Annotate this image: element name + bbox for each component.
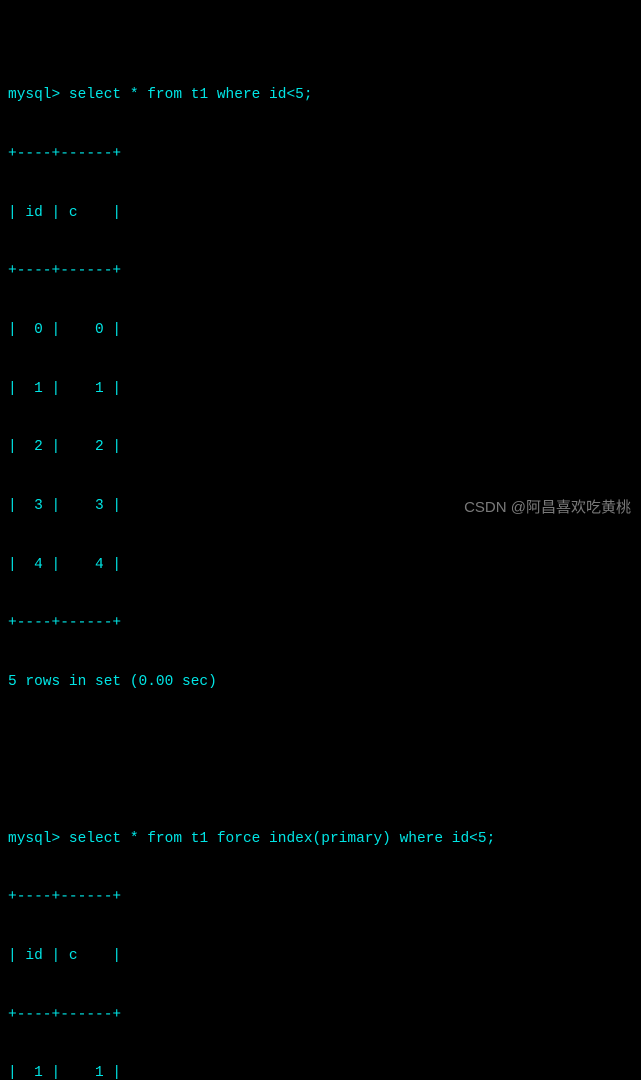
table-row: | 1 | 1 | — [8, 380, 633, 400]
status-line: 5 rows in set (0.00 sec) — [8, 673, 633, 693]
cell-id: 3 — [34, 498, 43, 514]
cell-id: 1 — [34, 1065, 43, 1080]
table-row: | 2 | 2 | — [8, 438, 633, 458]
col-h-id: id — [25, 948, 42, 964]
cell-c: 1 — [95, 1065, 104, 1080]
cell-c: 2 — [95, 439, 104, 455]
cell-c: 0 — [95, 322, 104, 338]
cell-id: 0 — [34, 322, 43, 338]
sql-query: select * from t1 where id<5; — [69, 87, 313, 103]
sql-query: select * from t1 force index(primary) wh… — [69, 831, 495, 847]
table-border: +----+------+ — [8, 888, 633, 908]
col-h-c: c — [69, 948, 78, 964]
blank-line — [8, 732, 633, 752]
col-h-id: id — [25, 205, 42, 221]
cell-c: 3 — [95, 498, 104, 514]
prompt: mysql> — [8, 87, 69, 103]
cell-id: 1 — [34, 381, 43, 397]
prompt-line[interactable]: mysql> select * from t1 force index(prim… — [8, 830, 633, 850]
col-h-c: c — [69, 205, 78, 221]
prompt: mysql> — [8, 831, 69, 847]
table-border: +----+------+ — [8, 1006, 633, 1026]
cell-id: 4 — [34, 557, 43, 573]
terminal-output: mysql> select * from t1 where id<5; +---… — [8, 8, 633, 1080]
cell-c: 4 — [95, 557, 104, 573]
table-header: | id | c | — [8, 947, 633, 967]
table-border: +----+------+ — [8, 614, 633, 634]
table-row: | 1 | 1 | — [8, 1064, 633, 1080]
table-row: | 0 | 0 | — [8, 321, 633, 341]
table-header: | id | c | — [8, 204, 633, 224]
prompt-line[interactable]: mysql> select * from t1 where id<5; — [8, 86, 633, 106]
cell-id: 2 — [34, 439, 43, 455]
table-border: +----+------+ — [8, 262, 633, 282]
table-row: | 3 | 3 | — [8, 497, 633, 517]
cell-c: 1 — [95, 381, 104, 397]
table-border: +----+------+ — [8, 145, 633, 165]
table-row: | 4 | 4 | — [8, 556, 633, 576]
